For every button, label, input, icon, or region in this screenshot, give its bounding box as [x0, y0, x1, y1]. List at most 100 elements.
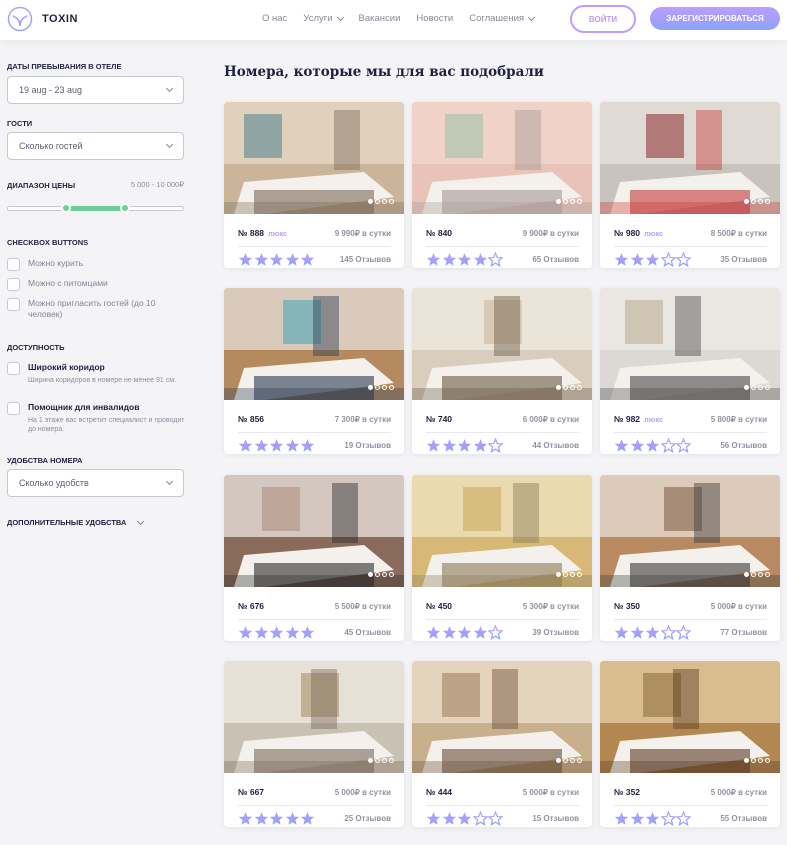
- carousel-dot-active[interactable]: [744, 758, 749, 763]
- checkbox-box[interactable]: [7, 362, 20, 375]
- room-photo[interactable]: [600, 475, 780, 587]
- room-photo[interactable]: [412, 102, 592, 214]
- carousel-dot[interactable]: [389, 758, 394, 763]
- nav-item-services[interactable]: Услуги: [303, 13, 344, 24]
- checkbox-wide-corridor[interactable]: Широкий коридор Ширина коридоров в номер…: [7, 362, 178, 385]
- carousel-dot[interactable]: [375, 758, 380, 763]
- carousel-dot[interactable]: [577, 199, 582, 204]
- carousel-dot[interactable]: [751, 572, 756, 577]
- room-photo[interactable]: [224, 102, 404, 214]
- carousel-dot[interactable]: [563, 199, 568, 204]
- login-button[interactable]: войти: [570, 5, 636, 33]
- room-card[interactable]: № 856 7 300₽ в сутки 19 Отзывов: [224, 288, 404, 454]
- carousel-dot[interactable]: [382, 572, 387, 577]
- carousel-dot[interactable]: [577, 385, 582, 390]
- carousel-dots[interactable]: [366, 758, 394, 763]
- checkbox-box[interactable]: [7, 278, 20, 291]
- carousel-dot-active[interactable]: [556, 572, 561, 577]
- carousel-dot[interactable]: [758, 385, 763, 390]
- carousel-dots[interactable]: [742, 758, 770, 763]
- carousel-dot-active[interactable]: [368, 758, 373, 763]
- carousel-dot-active[interactable]: [744, 199, 749, 204]
- carousel-dot-active[interactable]: [556, 758, 561, 763]
- carousel-dot[interactable]: [570, 758, 575, 763]
- room-card[interactable]: № 740 6 000₽ в сутки 44 Отзывов: [412, 288, 592, 454]
- carousel-dot[interactable]: [765, 199, 770, 204]
- room-photo[interactable]: [224, 475, 404, 587]
- carousel-dots[interactable]: [742, 572, 770, 577]
- carousel-dot[interactable]: [382, 758, 387, 763]
- carousel-dot[interactable]: [382, 385, 387, 390]
- room-photo[interactable]: [224, 661, 404, 773]
- carousel-dot-active[interactable]: [744, 385, 749, 390]
- carousel-dots[interactable]: [554, 385, 582, 390]
- room-photo[interactable]: [412, 661, 592, 773]
- carousel-dot[interactable]: [570, 572, 575, 577]
- dates-dropdown[interactable]: 19 aug - 23 aug: [7, 76, 184, 104]
- carousel-dots[interactable]: [366, 572, 394, 577]
- carousel-dot-active[interactable]: [368, 572, 373, 577]
- carousel-dot[interactable]: [389, 572, 394, 577]
- carousel-dot[interactable]: [563, 385, 568, 390]
- carousel-dot[interactable]: [758, 199, 763, 204]
- room-card[interactable]: № 352 5 000₽ в сутки 55 Отзывов: [600, 661, 780, 827]
- nav-item-news[interactable]: Новости: [416, 13, 453, 24]
- carousel-dots[interactable]: [554, 572, 582, 577]
- checkbox-box[interactable]: [7, 402, 20, 415]
- room-card[interactable]: № 676 5 500₽ в сутки 45 Отзывов: [224, 475, 404, 641]
- carousel-dot[interactable]: [375, 572, 380, 577]
- price-slider-handle-max[interactable]: [120, 203, 130, 213]
- carousel-dot[interactable]: [563, 572, 568, 577]
- carousel-dot[interactable]: [389, 385, 394, 390]
- nav-item-agreements[interactable]: Соглашения: [469, 13, 536, 24]
- room-photo[interactable]: [224, 288, 404, 400]
- checkbox-pets[interactable]: Можно с питомцами: [7, 278, 108, 291]
- carousel-dot[interactable]: [751, 199, 756, 204]
- checkbox-smoking[interactable]: Можно курить: [7, 258, 83, 271]
- carousel-dot[interactable]: [389, 199, 394, 204]
- room-card[interactable]: № 982 люкс 5 800₽ в сутки 56 Отзывов: [600, 288, 780, 454]
- nav-item-about[interactable]: О нас: [262, 13, 287, 24]
- carousel-dots[interactable]: [366, 385, 394, 390]
- carousel-dot-active[interactable]: [368, 385, 373, 390]
- checkbox-box[interactable]: [7, 298, 20, 311]
- carousel-dot[interactable]: [758, 572, 763, 577]
- amenities-dropdown[interactable]: Сколько удобств: [7, 469, 184, 497]
- carousel-dots[interactable]: [554, 758, 582, 763]
- room-card[interactable]: № 450 5 300₽ в сутки 39 Отзывов: [412, 475, 592, 641]
- carousel-dot[interactable]: [765, 572, 770, 577]
- carousel-dot[interactable]: [563, 758, 568, 763]
- logo[interactable]: TOXIN: [7, 6, 78, 32]
- room-card[interactable]: № 840 9 900₽ в сутки 65 Отзывов: [412, 102, 592, 268]
- carousel-dot[interactable]: [570, 199, 575, 204]
- carousel-dots[interactable]: [742, 385, 770, 390]
- checkbox-guests[interactable]: Можно пригласить гостей (до 10 человек): [7, 298, 178, 320]
- room-photo[interactable]: [412, 288, 592, 400]
- room-card[interactable]: № 980 люкс 8 500₽ в сутки 35 Отзывов: [600, 102, 780, 268]
- carousel-dot[interactable]: [765, 758, 770, 763]
- price-slider-handle-min[interactable]: [61, 203, 71, 213]
- guests-dropdown[interactable]: Сколько гостей: [7, 132, 184, 160]
- checkbox-assistant[interactable]: Помощник для инвалидов На 1 этаже вас вс…: [7, 402, 188, 434]
- room-photo[interactable]: [600, 102, 780, 214]
- carousel-dot-active[interactable]: [744, 572, 749, 577]
- carousel-dot[interactable]: [577, 572, 582, 577]
- carousel-dot[interactable]: [577, 758, 582, 763]
- room-card[interactable]: № 350 5 000₽ в сутки 77 Отзывов: [600, 475, 780, 641]
- carousel-dot-active[interactable]: [556, 385, 561, 390]
- room-photo[interactable]: [412, 475, 592, 587]
- nav-item-vacancies[interactable]: Вакансии: [359, 13, 401, 24]
- carousel-dot[interactable]: [758, 758, 763, 763]
- extra-amenities-toggle[interactable]: Дополнительные удобства: [7, 517, 145, 527]
- carousel-dots[interactable]: [554, 199, 582, 204]
- carousel-dot-active[interactable]: [368, 199, 373, 204]
- checkbox-box[interactable]: [7, 258, 20, 271]
- carousel-dots[interactable]: [366, 199, 394, 204]
- room-photo[interactable]: [600, 288, 780, 400]
- carousel-dot[interactable]: [382, 199, 387, 204]
- carousel-dot[interactable]: [375, 199, 380, 204]
- room-card[interactable]: № 888 люкс 9 990₽ в сутки 145 Отзывов: [224, 102, 404, 268]
- carousel-dot[interactable]: [751, 758, 756, 763]
- carousel-dot[interactable]: [375, 385, 380, 390]
- room-photo[interactable]: [600, 661, 780, 773]
